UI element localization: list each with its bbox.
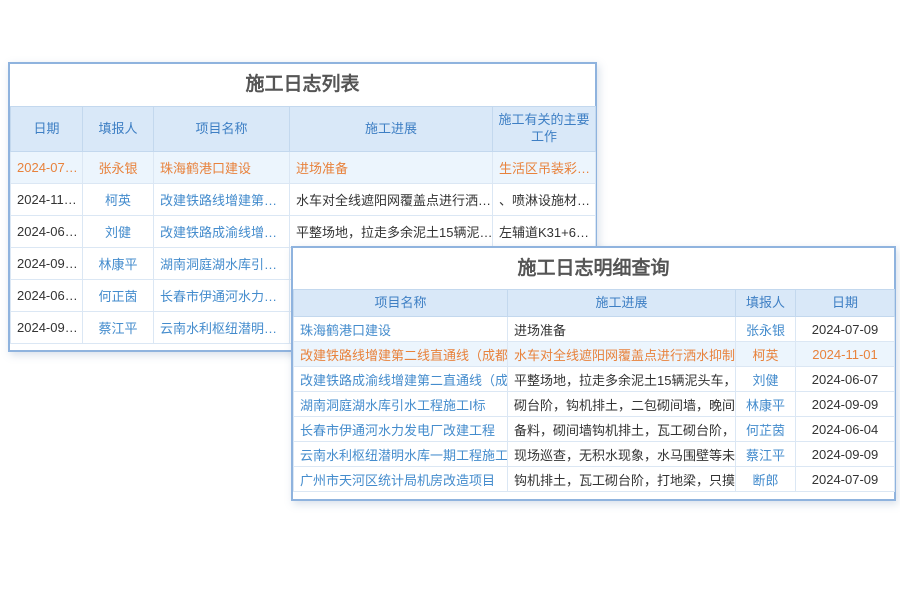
progress-cell: 水车对全线遮阳网覆盖点进行洒… — [290, 184, 493, 216]
project-cell: 珠海鹤港口建设 — [154, 152, 290, 184]
table-row[interactable]: 2024-11… 柯英 改建铁路线增建第… 水车对全线遮阳网覆盖点进行洒… 、喷… — [11, 184, 596, 216]
project-cell: 长春市伊通河水力发电厂改建工程 — [294, 417, 508, 442]
project-cell: 广州市天河区统计局机房改造项目 — [294, 467, 508, 492]
column-header-project: 项目名称 — [294, 290, 508, 317]
project-cell: 改建铁路成渝线增… — [154, 216, 290, 248]
date-cell: 2024-06-04 — [796, 417, 895, 442]
date-cell: 2024-06… — [11, 280, 83, 312]
reporter-cell: 何正茵 — [83, 280, 154, 312]
progress-cell: 平整场地，拉走多余泥土15辆泥… — [290, 216, 493, 248]
progress-cell: 钩机排土，瓦工砌台阶，打地梁，只摸… — [508, 467, 736, 492]
progress-cell: 平整场地，拉走多余泥土15辆泥头车，… — [508, 367, 736, 392]
progress-cell: 进场准备 — [508, 317, 736, 342]
date-cell: 2024-09… — [11, 312, 83, 344]
date-cell: 2024-07-09 — [796, 317, 895, 342]
progress-cell: 备料，砌间墙钩机排土，瓦工砌台阶，… — [508, 417, 736, 442]
table-row[interactable]: 广州市天河区统计局机房改造项目 钩机排土，瓦工砌台阶，打地梁，只摸… 断郎 20… — [294, 467, 895, 492]
reporter-cell: 刘健 — [83, 216, 154, 248]
column-header-reporter: 填报人 — [736, 290, 796, 317]
log-list-header-row: 日期 填报人 项目名称 施工进展 施工有关的主要工作 — [11, 107, 596, 152]
date-cell: 2024-09-09 — [796, 392, 895, 417]
column-header-date: 日期 — [796, 290, 895, 317]
column-header-main-work: 施工有关的主要工作 — [493, 107, 596, 152]
reporter-cell: 刘健 — [736, 367, 796, 392]
log-detail-title: 施工日志明细查询 — [293, 248, 894, 289]
reporter-cell: 何芷茵 — [736, 417, 796, 442]
reporter-cell: 林康平 — [736, 392, 796, 417]
progress-cell: 水车对全线遮阳网覆盖点进行洒水抑制… — [508, 342, 736, 367]
reporter-cell: 柯英 — [736, 342, 796, 367]
table-row[interactable]: 云南水利枢纽潜明水库一期工程施工I标 现场巡查，无积水现象，水马围壁等未… 蔡江… — [294, 442, 895, 467]
project-cell: 云南水利枢纽潜明… — [154, 312, 290, 344]
project-cell: 湖南洞庭湖水库引… — [154, 248, 290, 280]
project-cell: 改建铁路线增建第二线直通线（成都-西 — [294, 342, 508, 367]
progress-cell: 进场准备 — [290, 152, 493, 184]
date-cell: 2024-07… — [11, 152, 83, 184]
table-row[interactable]: 2024-07… 张永银 珠海鹤港口建设 进场准备 生活区吊装彩… — [11, 152, 596, 184]
project-cell: 改建铁路线增建第… — [154, 184, 290, 216]
log-list-title: 施工日志列表 — [10, 64, 595, 106]
main-work-cell: 、喷淋设施材… — [493, 184, 596, 216]
project-cell: 长春市伊通河水力… — [154, 280, 290, 312]
project-cell: 云南水利枢纽潜明水库一期工程施工I标 — [294, 442, 508, 467]
date-cell: 2024-06-07 — [796, 367, 895, 392]
table-row[interactable]: 改建铁路成渝线增建第二直通线（成渝 平整场地，拉走多余泥土15辆泥头车，… 刘健… — [294, 367, 895, 392]
reporter-cell: 蔡江平 — [83, 312, 154, 344]
table-row[interactable]: 2024-06… 刘健 改建铁路成渝线增… 平整场地，拉走多余泥土15辆泥… 左… — [11, 216, 596, 248]
date-cell: 2024-11-01 — [796, 342, 895, 367]
table-row[interactable]: 长春市伊通河水力发电厂改建工程 备料，砌间墙钩机排土，瓦工砌台阶，… 何芷茵 2… — [294, 417, 895, 442]
table-row[interactable]: 改建铁路线增建第二线直通线（成都-西 水车对全线遮阳网覆盖点进行洒水抑制… 柯英… — [294, 342, 895, 367]
table-row[interactable]: 湖南洞庭湖水库引水工程施工I标 砌台阶，钩机排土，二包砌间墙，晚间… 林康平 2… — [294, 392, 895, 417]
project-cell: 湖南洞庭湖水库引水工程施工I标 — [294, 392, 508, 417]
column-header-progress: 施工进展 — [290, 107, 493, 152]
reporter-cell: 柯英 — [83, 184, 154, 216]
date-cell: 2024-07-09 — [796, 467, 895, 492]
date-cell: 2024-09-09 — [796, 442, 895, 467]
reporter-cell: 蔡江平 — [736, 442, 796, 467]
table-row[interactable]: 珠海鹤港口建设 进场准备 张永银 2024-07-09 — [294, 317, 895, 342]
main-work-cell: 左辅道K31+6… — [493, 216, 596, 248]
column-header-project: 项目名称 — [154, 107, 290, 152]
construction-log-detail-panel: 施工日志明细查询 项目名称 施工进展 填报人 日期 珠海鹤港口建设 进场准备 张… — [291, 246, 896, 501]
date-cell: 2024-11… — [11, 184, 83, 216]
column-header-reporter: 填报人 — [83, 107, 154, 152]
date-cell: 2024-09… — [11, 248, 83, 280]
progress-cell: 砌台阶，钩机排土，二包砌间墙，晚间… — [508, 392, 736, 417]
column-header-date: 日期 — [11, 107, 83, 152]
reporter-cell: 张永银 — [736, 317, 796, 342]
log-detail-header-row: 项目名称 施工进展 填报人 日期 — [294, 290, 895, 317]
progress-cell: 现场巡查，无积水现象，水马围壁等未… — [508, 442, 736, 467]
main-work-cell: 生活区吊装彩… — [493, 152, 596, 184]
column-header-progress: 施工进展 — [508, 290, 736, 317]
reporter-cell: 林康平 — [83, 248, 154, 280]
reporter-cell: 断郎 — [736, 467, 796, 492]
reporter-cell: 张永银 — [83, 152, 154, 184]
log-detail-table: 项目名称 施工进展 填报人 日期 珠海鹤港口建设 进场准备 张永银 2024-0… — [293, 289, 895, 492]
project-cell: 改建铁路成渝线增建第二直通线（成渝 — [294, 367, 508, 392]
date-cell: 2024-06… — [11, 216, 83, 248]
project-cell: 珠海鹤港口建设 — [294, 317, 508, 342]
